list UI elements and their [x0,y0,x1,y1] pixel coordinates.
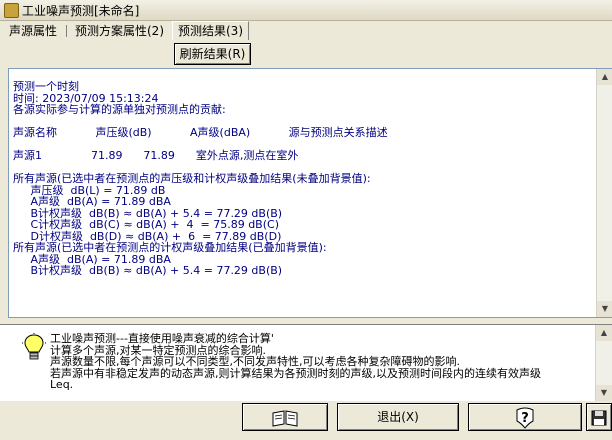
result-line: C计权声级 dB(C) ≈ dB(A) + 4 = 75.89 dB(C) [13,218,279,231]
hint-text: 工业噪声预测---直接使用噪声衰减的综合计算' 计算多个声源,对某一特定预测点的综… [50,333,598,391]
book-icon [272,409,298,427]
hint-line: 若声源中有非稳定发声的动态声源,则计算结果为各预测时刻的声级,以及预测时间段内的… [50,366,541,380]
hint-line: Leq. [50,378,74,391]
question-icon: ? [516,407,534,429]
scroll-down-icon[interactable]: ▼ [596,385,612,401]
tab-label: 声源属性 [9,24,58,38]
hint-panel: 工业噪声预测---直接使用噪声衰减的综合计算' 计算多个声源,对某一特定预测点的综… [0,324,612,401]
tab-separator [66,25,67,37]
hint-line: 声源数量不限,每个声源可以不同类型,不同发声特性,可以考虑各种复杂障碍物的影响. [50,355,460,368]
result-line: 预测一个时刻 [13,80,79,93]
tab-label: 预测结果(3) [178,24,243,38]
bottom-toolbar: 退出(X) ? [0,401,612,440]
result-line: A声级 dB(A) = 71.89 dBA [13,195,171,208]
title-bar: 工业噪声预测[未命名] [0,0,612,21]
window-title: 工业噪声预测[未命名] [22,4,140,18]
svg-text:?: ? [521,411,529,426]
help-book-button[interactable] [242,403,328,431]
app-icon [4,3,19,18]
result-line: 各源实际参与计算的源单独对预测点的贡献: [13,103,226,116]
result-line: 所有声源(已选中者在预测点的声压级和计权声级叠加结果(未叠加背景值): [13,172,371,185]
tab-prediction-results[interactable]: 预测结果(3) [172,21,249,40]
scroll-up-icon[interactable]: ▲ [596,325,612,341]
tab-label: 预测方案属性(2) [75,24,164,38]
exit-button[interactable]: 退出(X) [337,403,459,431]
result-line: 声源1 71.89 71.89 室外点源,测点在室外 [13,149,299,162]
refresh-results-button[interactable]: 刷新结果(R) [174,43,251,65]
scroll-up-icon[interactable]: ▲ [597,69,612,85]
results-scrollbar[interactable]: ▲ ▼ [596,69,612,317]
hint-line: 工业噪声预测---直接使用噪声衰减的综合计算' [50,332,274,345]
scroll-down-icon[interactable]: ▼ [597,301,612,317]
results-text: 预测一个时刻 时间: 2023/07/09 15:13:24 各源实际参与计算的源单… [13,81,595,277]
result-line: B计权声级 dB(B) ≈ dB(A) + 5.4 = 77.29 dB(B) [13,264,283,277]
lightbulb-icon [22,333,46,360]
save-button[interactable] [586,403,612,431]
results-textarea[interactable]: 预测一个时刻 时间: 2023/07/09 15:13:24 各源实际参与计算的源单… [8,68,612,318]
hint-scrollbar[interactable]: ▲ ▼ [595,325,612,401]
result-line: 声源名称 声压级(dB) A声级(dBA) 源与预测点关系描述 [13,126,388,139]
tab-source-properties[interactable]: 声源属性 [4,23,62,39]
tab-scheme-properties[interactable]: 预测方案属性(2) [70,23,169,39]
result-line: 所有声源(已选中者在预测点的计权声级叠加结果(已叠加背景值): [13,241,327,254]
query-button[interactable]: ? [468,403,582,431]
floppy-disk-icon [591,410,607,425]
